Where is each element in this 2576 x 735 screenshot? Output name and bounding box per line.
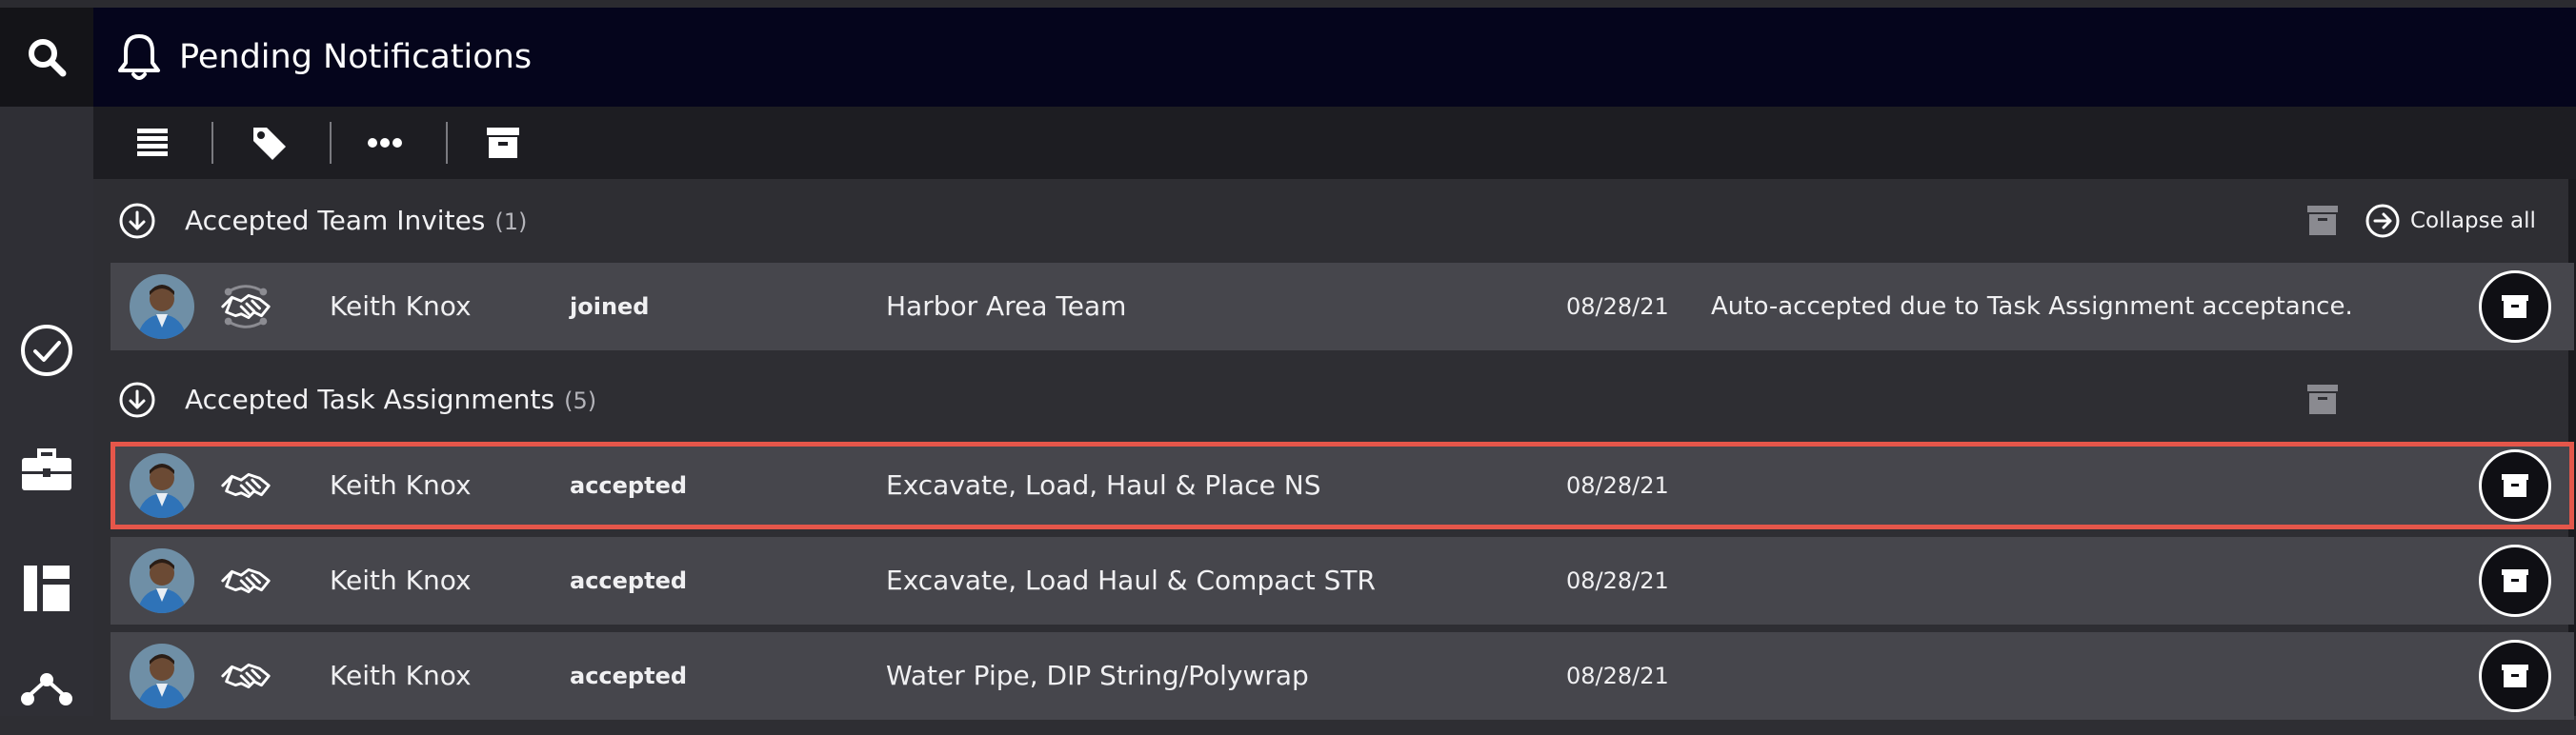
toolbar-divider <box>211 122 213 164</box>
team-name[interactable]: Harbor Area Team <box>886 263 1126 350</box>
action-label: accepted <box>570 567 688 594</box>
action-label: joined <box>570 293 650 320</box>
collapse-all-link[interactable]: Collapse all <box>2410 179 2536 263</box>
archive-button[interactable] <box>2479 270 2551 343</box>
notification-row[interactable]: Keith Knox accepted Excavate, Load Haul … <box>111 537 2574 625</box>
task-name[interactable]: Excavate, Load, Haul & Place NS <box>886 447 1320 525</box>
action-label: accepted <box>570 663 688 689</box>
avatar <box>130 274 194 339</box>
task-name[interactable]: Water Pipe, DIP String/Polywrap <box>886 632 1309 720</box>
sidebar-item-network[interactable] <box>0 659 93 735</box>
page-title: Pending Notifications <box>179 38 533 76</box>
archive-all-button[interactable] <box>473 118 533 168</box>
archive-button[interactable] <box>2479 449 2551 522</box>
avatar <box>130 644 194 708</box>
date: 08/28/21 <box>1566 293 1669 320</box>
bell-icon <box>112 30 166 84</box>
action-label: accepted <box>570 472 688 499</box>
user-name: Keith Knox <box>330 660 472 691</box>
search-icon <box>29 39 67 77</box>
network-icon <box>21 673 72 705</box>
group-title: Accepted Task Assignments <box>185 384 555 415</box>
archive-button[interactable] <box>2479 545 2551 617</box>
sidebar-item-board[interactable] <box>0 550 93 626</box>
notifications-list: Accepted Team Invites (1) Collapse all Ke… <box>93 179 2576 720</box>
task-name[interactable]: Excavate, Load Haul & Compact STR <box>886 537 1376 625</box>
archive-icon <box>2502 295 2528 318</box>
group-count: (5) <box>564 387 597 414</box>
toolbar-divider <box>330 122 332 164</box>
user-name: Keith Knox <box>330 565 472 596</box>
date: 08/28/21 <box>1566 472 1669 499</box>
list-view-button[interactable] <box>122 118 183 168</box>
more-button[interactable] <box>354 118 415 168</box>
notification-row-selected[interactable]: Keith Knox accepted Excavate, Load, Haul… <box>111 442 2574 529</box>
archive-icon <box>2502 569 2528 592</box>
note-text: Auto-accepted due to Task Assignment acc… <box>1711 292 2353 321</box>
page-header: Pending Notifications <box>93 8 2576 107</box>
date: 08/28/21 <box>1566 567 1669 594</box>
check-circle-icon <box>21 325 72 376</box>
avatar <box>130 548 194 613</box>
archive-icon <box>2502 474 2528 497</box>
list-icon <box>137 129 168 156</box>
group-archive-icon[interactable] <box>2305 383 2340 417</box>
notification-row[interactable]: Keith Knox accepted Water Pipe, DIP Stri… <box>111 632 2574 720</box>
sidebar <box>0 8 93 716</box>
group-title: Accepted Team Invites <box>185 205 486 236</box>
toolbar <box>93 107 2576 179</box>
handshake-icon <box>221 663 271 689</box>
sidebar-item-tasks[interactable] <box>0 312 93 388</box>
archive-button[interactable] <box>2479 640 2551 712</box>
board-icon <box>24 566 70 611</box>
group-count: (1) <box>494 209 528 235</box>
search-button[interactable] <box>0 8 93 107</box>
tag-button[interactable] <box>238 118 299 168</box>
more-icon <box>368 138 402 148</box>
top-strip <box>0 0 2576 8</box>
sidebar-item-projects[interactable] <box>0 432 93 508</box>
tag-icon <box>253 128 286 160</box>
handshake-icon <box>221 472 271 499</box>
archive-icon <box>487 128 519 158</box>
group-header-task-assignments: Accepted Task Assignments (5) <box>93 358 2566 442</box>
notification-row[interactable]: Keith Knox joined Harbor Area Team 08/28… <box>111 263 2574 350</box>
toolbar-divider <box>446 122 448 164</box>
user-name: Keith Knox <box>330 469 472 501</box>
group-archive-icon[interactable] <box>2305 204 2340 238</box>
date: 08/28/21 <box>1566 663 1669 689</box>
briefcase-icon <box>22 448 71 490</box>
collapse-all-icon[interactable] <box>2365 203 2401 239</box>
handshake-icon <box>221 285 271 328</box>
collapse-toggle-icon[interactable] <box>118 381 156 419</box>
collapse-toggle-icon[interactable] <box>118 202 156 240</box>
group-header-team-invites: Accepted Team Invites (1) Collapse all <box>93 179 2566 263</box>
handshake-icon <box>221 567 271 594</box>
archive-icon <box>2502 665 2528 687</box>
avatar <box>130 453 194 518</box>
user-name: Keith Knox <box>330 290 472 322</box>
